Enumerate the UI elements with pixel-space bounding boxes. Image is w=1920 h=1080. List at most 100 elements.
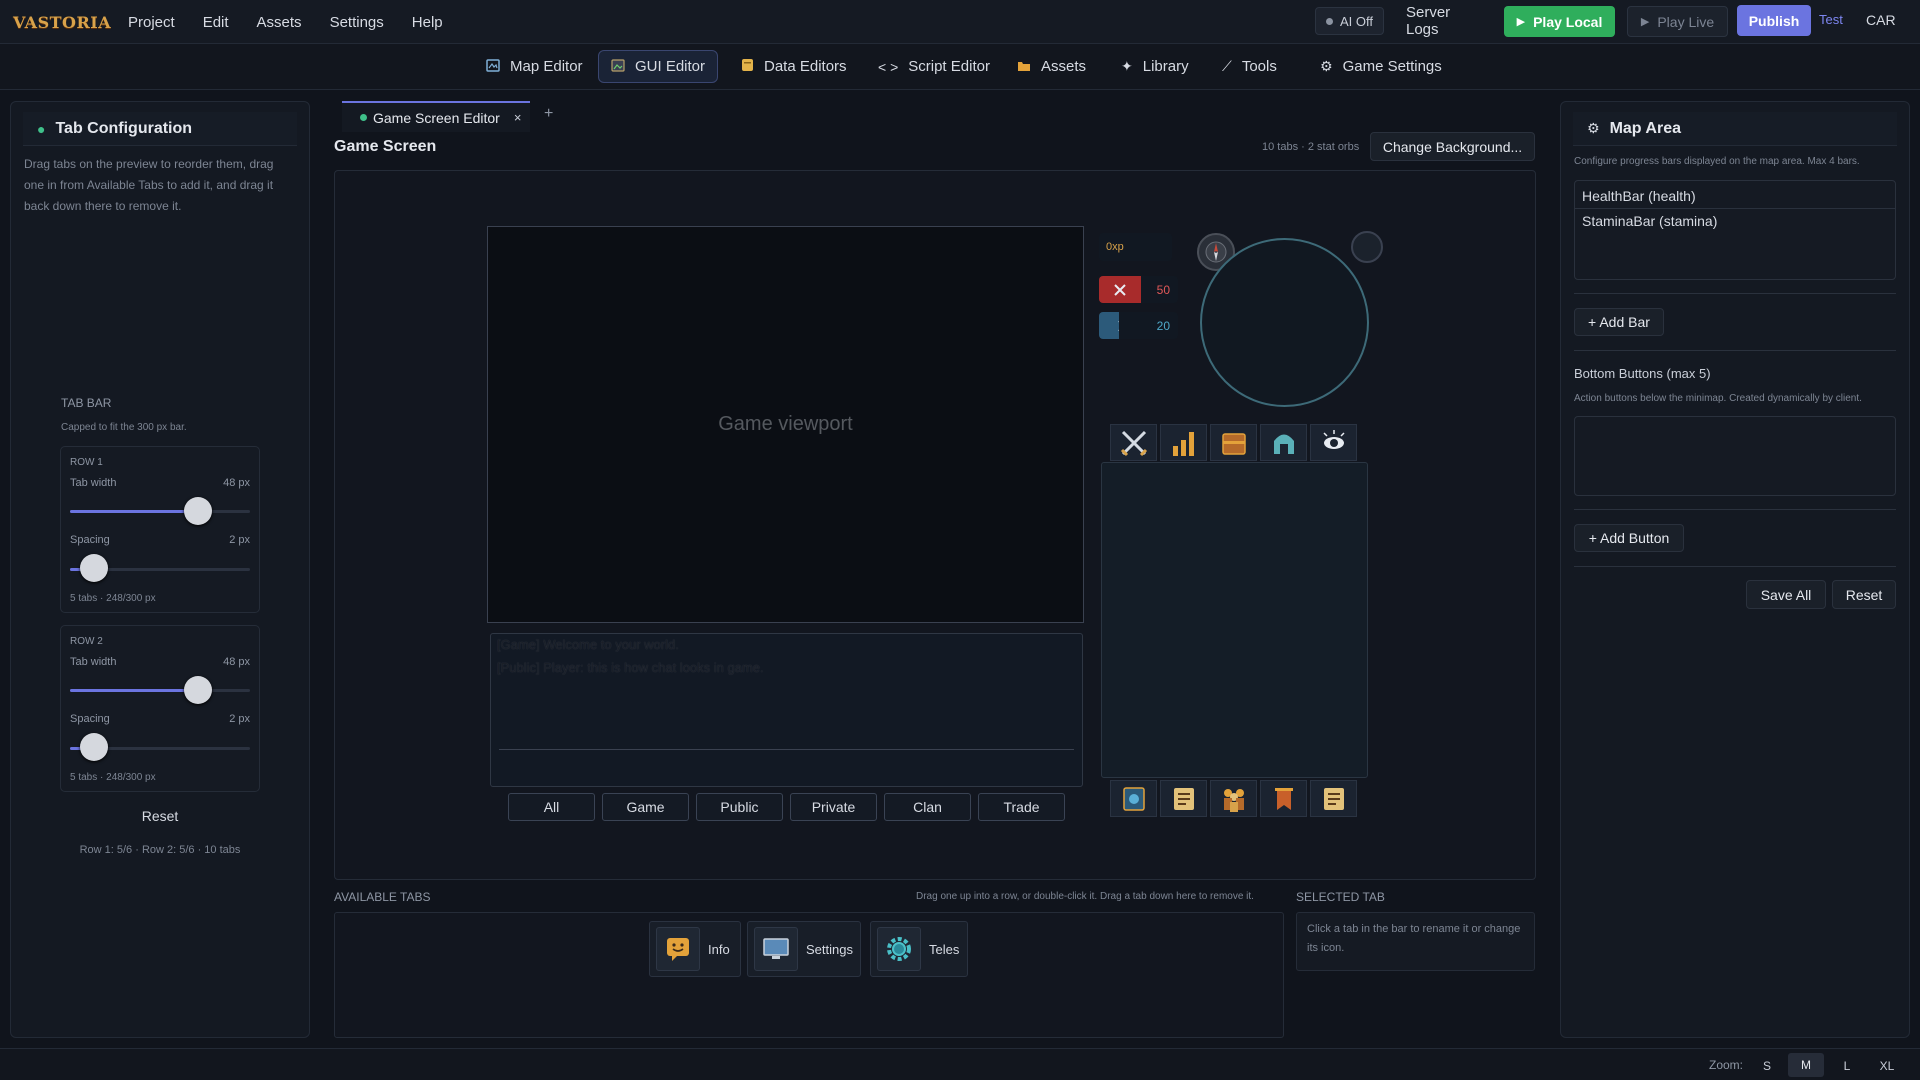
divider	[1574, 350, 1896, 351]
folder-icon	[1017, 59, 1031, 75]
test-link[interactable]: Test	[1819, 12, 1843, 27]
ai-toggle-label: AI Off	[1340, 13, 1373, 29]
available-tab-settings[interactable]: Settings	[747, 921, 861, 977]
available-tab-teles[interactable]: Teles	[870, 921, 968, 977]
chest-icon[interactable]	[1210, 424, 1257, 461]
publish-button[interactable]: Publish	[1737, 5, 1811, 36]
people-icon[interactable]	[1210, 780, 1257, 817]
server-logs-button[interactable]: Server Logs	[1406, 4, 1486, 38]
database-icon	[741, 58, 754, 75]
change-background-button[interactable]: Change Background...	[1370, 132, 1535, 161]
quest-list-icon[interactable]	[1310, 780, 1357, 817]
stat-orb-stamina[interactable]: 20	[1099, 312, 1178, 339]
tab-tools[interactable]: ⟋ Tools	[1210, 50, 1289, 83]
stats-icon[interactable]	[1160, 424, 1207, 461]
chat-tab-private[interactable]: Private	[790, 793, 877, 821]
chat-tab-clan[interactable]: Clan	[884, 793, 971, 821]
available-tab-info[interactable]: Info	[649, 921, 741, 977]
slider-knob[interactable]	[184, 676, 212, 704]
slider-knob[interactable]	[80, 554, 108, 582]
play-live-label: Play Live	[1657, 13, 1715, 30]
close-icon[interactable]: ×	[514, 110, 522, 125]
play-icon: ▶	[1516, 16, 1526, 28]
available-tabs-heading: AVAILABLE TABS	[334, 890, 431, 904]
code-icon: < >	[878, 58, 899, 75]
tab-bar-heading: TAB BAR	[61, 396, 112, 410]
divider	[1574, 509, 1896, 510]
tab-game-settings[interactable]: ⚙ Game Settings	[1308, 50, 1454, 83]
tab-assets[interactable]: Assets	[1005, 50, 1098, 83]
menu-help[interactable]: Help	[412, 14, 443, 31]
add-button-button[interactable]: + Add Button	[1574, 524, 1684, 552]
zoom-xl[interactable]: XL	[1874, 1055, 1900, 1077]
tab-gui-editor[interactable]: GUI Editor	[598, 50, 719, 83]
screen-stats: 10 tabs · 2 stat orbs	[1262, 141, 1360, 153]
menu-bar: VASTORIA Project Edit Assets Settings He…	[0, 0, 1920, 44]
spellbook-icon[interactable]	[1110, 780, 1157, 817]
row-2-config: ROW 2 Tab width 48 px Spacing 2 px 5 tab…	[60, 625, 260, 792]
tab-width-slider[interactable]	[70, 689, 250, 692]
tab-width-slider[interactable]	[70, 510, 250, 513]
progress-bar-item[interactable]: StaminaBar (stamina)	[1582, 213, 1717, 229]
ai-toggle-button[interactable]: AI Off	[1315, 7, 1384, 35]
slider-knob[interactable]	[80, 733, 108, 761]
chat-tab-game[interactable]: Game	[602, 793, 689, 821]
divider	[1574, 566, 1896, 567]
play-local-button[interactable]: ▶ Play Local	[1504, 6, 1615, 37]
eye-icon[interactable]	[1310, 424, 1357, 461]
swords-icon[interactable]	[1110, 424, 1157, 461]
chat-tab-all[interactable]: All	[508, 793, 595, 821]
tab-label: Tools	[1241, 58, 1277, 75]
menu-settings[interactable]: Settings	[330, 14, 384, 31]
row-label: ROW 2	[70, 636, 103, 647]
progress-bar-item[interactable]: HealthBar (health)	[1582, 188, 1696, 204]
zoom-l[interactable]: L	[1836, 1055, 1858, 1077]
tab-label: Game Settings	[1342, 58, 1442, 75]
reset-button[interactable]: Reset	[60, 808, 260, 824]
gear-icon	[877, 927, 921, 971]
available-tab-label: Settings	[806, 941, 853, 957]
tab-library[interactable]: ✦ Library	[1109, 50, 1201, 83]
quest-icon[interactable]	[1160, 780, 1207, 817]
play-icon: ▶	[1640, 16, 1650, 28]
ai-status-dot	[1326, 17, 1333, 25]
save-all-button[interactable]: Save All	[1746, 580, 1826, 609]
add-bar-button[interactable]: + Add Bar	[1574, 308, 1664, 336]
spacing-label: Spacing	[70, 713, 110, 725]
menu-assets[interactable]: Assets	[257, 14, 302, 31]
smile-icon	[656, 927, 700, 971]
helmet-icon[interactable]	[1260, 424, 1307, 461]
user-menu[interactable]: CAR	[1866, 12, 1896, 28]
tab-width-label: Tab width	[70, 656, 117, 668]
tab-script-editor[interactable]: < > Script Editor	[866, 50, 1002, 83]
row-1-config: ROW 1 Tab width 48 px Spacing 2 px 5 tab…	[60, 446, 260, 613]
map-icon	[486, 58, 500, 75]
tab-map-editor[interactable]: Map Editor	[474, 50, 595, 83]
chat-input[interactable]	[499, 749, 1074, 750]
add-tab-button[interactable]: +	[544, 105, 553, 123]
selected-tab-heading: SELECTED TAB	[1296, 890, 1385, 904]
slider-knob[interactable]	[184, 497, 212, 525]
stat-orb-health[interactable]: 50	[1099, 276, 1178, 303]
zoom-s[interactable]: S	[1756, 1055, 1778, 1077]
minimap[interactable]	[1200, 238, 1369, 407]
chat-tab-trade[interactable]: Trade	[978, 793, 1065, 821]
zoom-m[interactable]: M	[1788, 1053, 1824, 1077]
minimap-button[interactable]	[1351, 231, 1383, 263]
gear-icon: ⚙	[1587, 120, 1600, 136]
chat-tab-public[interactable]: Public	[696, 793, 783, 821]
doc-tab-game-screen[interactable]: Game Screen Editor ×	[342, 101, 530, 132]
available-tabs-hint: Drag one up into a row, or double-click …	[916, 891, 1254, 902]
inventory-panel	[1101, 462, 1368, 778]
menu-edit[interactable]: Edit	[203, 14, 229, 31]
editor-tab-bar: Map Editor GUI Editor Data Editors < > S…	[0, 44, 1920, 90]
app-logo[interactable]: VASTORIA	[12, 7, 111, 37]
reset-button[interactable]: Reset	[1832, 580, 1896, 609]
play-live-button[interactable]: ▶ Play Live	[1627, 6, 1728, 37]
orb-value: 50	[1156, 282, 1170, 297]
menu-project[interactable]: Project	[128, 14, 175, 31]
banner-icon[interactable]	[1260, 780, 1307, 817]
tab-data-editors[interactable]: Data Editors	[729, 50, 859, 83]
viewport-label: Game viewport	[718, 413, 853, 435]
tab-label: Library	[1142, 58, 1189, 75]
